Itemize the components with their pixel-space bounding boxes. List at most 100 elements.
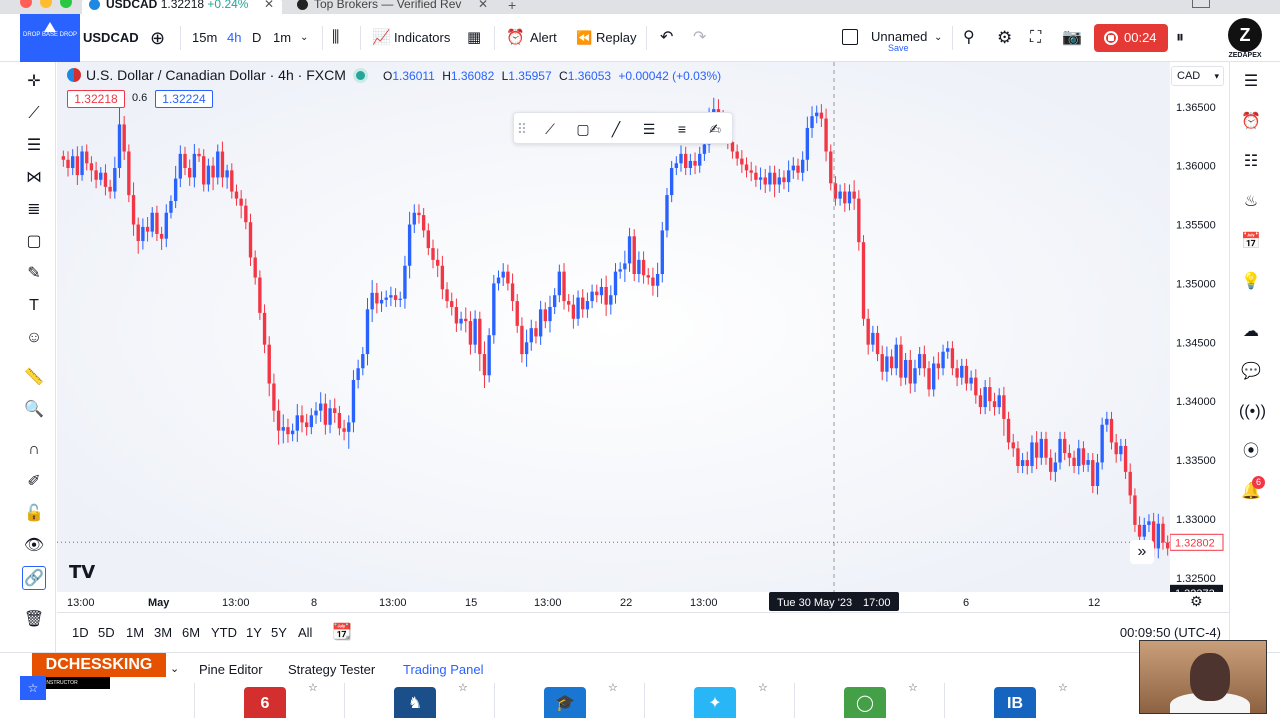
trend-line-icon[interactable]: ⟋ [22,102,46,126]
ideas-lightbulb-icon[interactable]: 💡 [1239,270,1263,294]
redo-icon[interactable]: ↷ [693,14,706,62]
horizontal-lines-icon[interactable]: ☰ [22,134,46,158]
fullscreen-icon[interactable]: ⛶ [1030,14,1041,62]
currency-selector[interactable]: CAD ▾ [1171,66,1224,86]
sync-drawings-link-icon[interactable]: 🔗 [22,566,46,590]
window-minimize-button[interactable] [40,0,52,8]
favorite-star-icon[interactable]: ☆ [608,681,618,694]
lock-drawings-icon[interactable]: 🔓 [22,502,46,526]
ray-line-icon[interactable]: ⟋ [538,117,562,141]
time-axis[interactable]: 13:00 May 13:00 8 13:00 15 13:00 22 13:00 6 12 Tue … [57,592,1229,612]
pitchfork-icon[interactable]: ⋈ [22,166,46,190]
remove-drawings-trash-icon[interactable]: 🗑 [22,608,46,632]
browser-menu-icon[interactable] [1192,0,1210,8]
replay-rewind-icon[interactable]: ⏪ [576,14,592,62]
tab-pine-editor[interactable]: Pine Editor [199,662,263,677]
chats-icon[interactable]: 💬 [1239,360,1263,384]
close-tab-icon[interactable]: ✕ [264,0,274,11]
new-tab-button[interactable]: + [508,0,516,13]
interval-1m[interactable]: 1m [273,14,291,62]
magnet-icon[interactable]: ∩ [22,438,46,462]
scroll-to-realtime-icon[interactable]: » [1130,540,1154,564]
crosshair-cursor-icon[interactable]: ✛ [22,70,46,94]
parallel-channel-icon[interactable]: ☰ [637,117,661,141]
window-close-button[interactable] [20,0,32,8]
hide-drawings-eye-icon[interactable]: 👁 [22,534,46,558]
replay-button[interactable]: Replay [596,14,636,62]
undo-icon[interactable]: ↶ [660,14,673,62]
alerts-clock-icon[interactable]: ⏰ [1239,110,1263,134]
price-axis[interactable]: 1.36500 1.36000 1.35500 1.35000 1.34500 1.340… [1169,62,1229,601]
quick-search-icon[interactable]: ⚲ [963,14,975,62]
favorite-star-icon[interactable]: ☆ [458,681,468,694]
time-axis-settings-gear-icon[interactable]: ⚙ [1190,593,1203,610]
range-1d[interactable]: 1D [72,625,89,640]
range-ytd[interactable]: YTD [211,625,237,640]
price-scale[interactable]: 1.36500 1.36000 1.35500 1.35000 1.34500 1.340… [1169,62,1229,601]
text-tool-icon[interactable]: T [22,294,46,318]
tab-trading-panel[interactable]: Trading Panel [403,662,483,677]
browser-tab-usdcad[interactable]: USDCAD 1.32218 +0.24% ✕ [82,0,282,14]
interval-15m[interactable]: 15m [192,14,217,62]
broker-lion-logo[interactable]: ♞ [394,687,436,718]
line-tool-icon[interactable]: ╱ [604,117,628,141]
buy-ask-button[interactable]: 1.32224 [155,90,213,108]
range-all[interactable]: All [298,625,312,640]
layout-square-icon[interactable] [842,14,858,62]
panel-chevron-down-icon[interactable]: ⌄ [170,662,179,675]
brush-tool-icon[interactable]: ✍ [703,117,727,141]
tradingview-logo-icon[interactable]: 𝗧𝗩 [69,562,95,583]
stay-in-drawing-pencil-icon[interactable]: ✐ [22,470,46,494]
go-to-date-calendar-icon[interactable]: 📆 [332,622,352,642]
broadcast-icon[interactable]: ((•)) [1239,400,1266,424]
favorite-star-icon[interactable]: ☆ [758,681,768,694]
range-6m[interactable]: 6M [182,625,200,640]
fib-retracement-icon[interactable]: ≣ [22,198,46,222]
close-tab-icon[interactable]: ✕ [478,0,488,11]
layout-save-label[interactable]: Save [888,43,909,53]
signals-icon[interactable]: ⦿ [1239,440,1263,464]
hotlists-fire-icon[interactable]: ♨ [1239,190,1263,214]
broker-star-logo[interactable]: ✦ [694,687,736,718]
range-1y[interactable]: 1Y [246,625,262,640]
data-window-icon[interactable]: ☷ [1239,150,1263,174]
favorite-star-icon[interactable]: ☆ [908,681,918,694]
range-5y[interactable]: 5Y [271,625,287,640]
broker-red-logo[interactable]: 6 [244,687,286,718]
timezone-clock[interactable]: 00:09:50 (UTC-4) [1120,625,1221,640]
drag-handle-icon[interactable]: ⠿ [516,117,528,141]
fib-tool-icon[interactable]: ≡ [670,117,694,141]
emoji-smiley-icon[interactable]: ☺ [22,326,46,350]
broker-cap-logo[interactable]: 🎓 [544,687,586,718]
settings-gear-icon[interactable]: ⚙ [997,14,1012,62]
sell-bid-button[interactable]: 1.32218 [67,90,125,108]
sidebar-star-icon[interactable]: ☆ [20,676,46,700]
alert-clock-icon[interactable]: ⏰ [506,14,525,62]
alert-button[interactable]: Alert [530,14,557,62]
rectangle-shape-icon[interactable]: ▢ [22,230,46,254]
window-zoom-button[interactable] [60,0,72,8]
layout-grid-icon[interactable]: ▦ [467,14,481,62]
layout-chevron-down-icon[interactable]: ⌄ [934,14,942,62]
calendar-icon[interactable]: 📅 [1239,230,1263,254]
snapshot-camera-icon[interactable]: 📷 [1062,14,1082,62]
browser-tab-top-brokers[interactable]: Top Brokers — Verified Rev ✕ [290,0,496,14]
interval-4h[interactable]: 4h [227,14,241,62]
interval-d[interactable]: D [252,14,261,62]
symbol-search-button[interactable]: USDCAD [83,14,139,62]
tab-strategy-tester[interactable]: Strategy Tester [288,662,375,677]
compare-symbol-icon[interactable]: ⊕ [150,14,165,62]
measure-ruler-icon[interactable]: 📏 [22,366,46,390]
interval-dropdown-chevron-down-icon[interactable]: ⌄ [300,14,308,62]
favorite-star-icon[interactable]: ☆ [308,681,318,694]
range-3m[interactable]: 3M [154,625,172,640]
screen-record-button[interactable]: 00:24 [1094,24,1168,52]
indicators-icon[interactable]: 📈 [372,14,391,62]
candle-style-icon[interactable]: ⫼ [332,14,339,62]
pause-record-icon[interactable]: ⏸ [1176,14,1184,62]
streams-cloud-icon[interactable]: ☁ [1239,320,1263,344]
broker-green-logo[interactable]: ◯ [844,687,886,718]
indicators-button[interactable]: Indicators [394,14,450,62]
time-scale[interactable]: 13:00 May 13:00 8 13:00 15 13:00 22 13:00 6 12 Tue … [57,592,1229,612]
watchlist-icon[interactable]: ☰ [1239,70,1263,94]
